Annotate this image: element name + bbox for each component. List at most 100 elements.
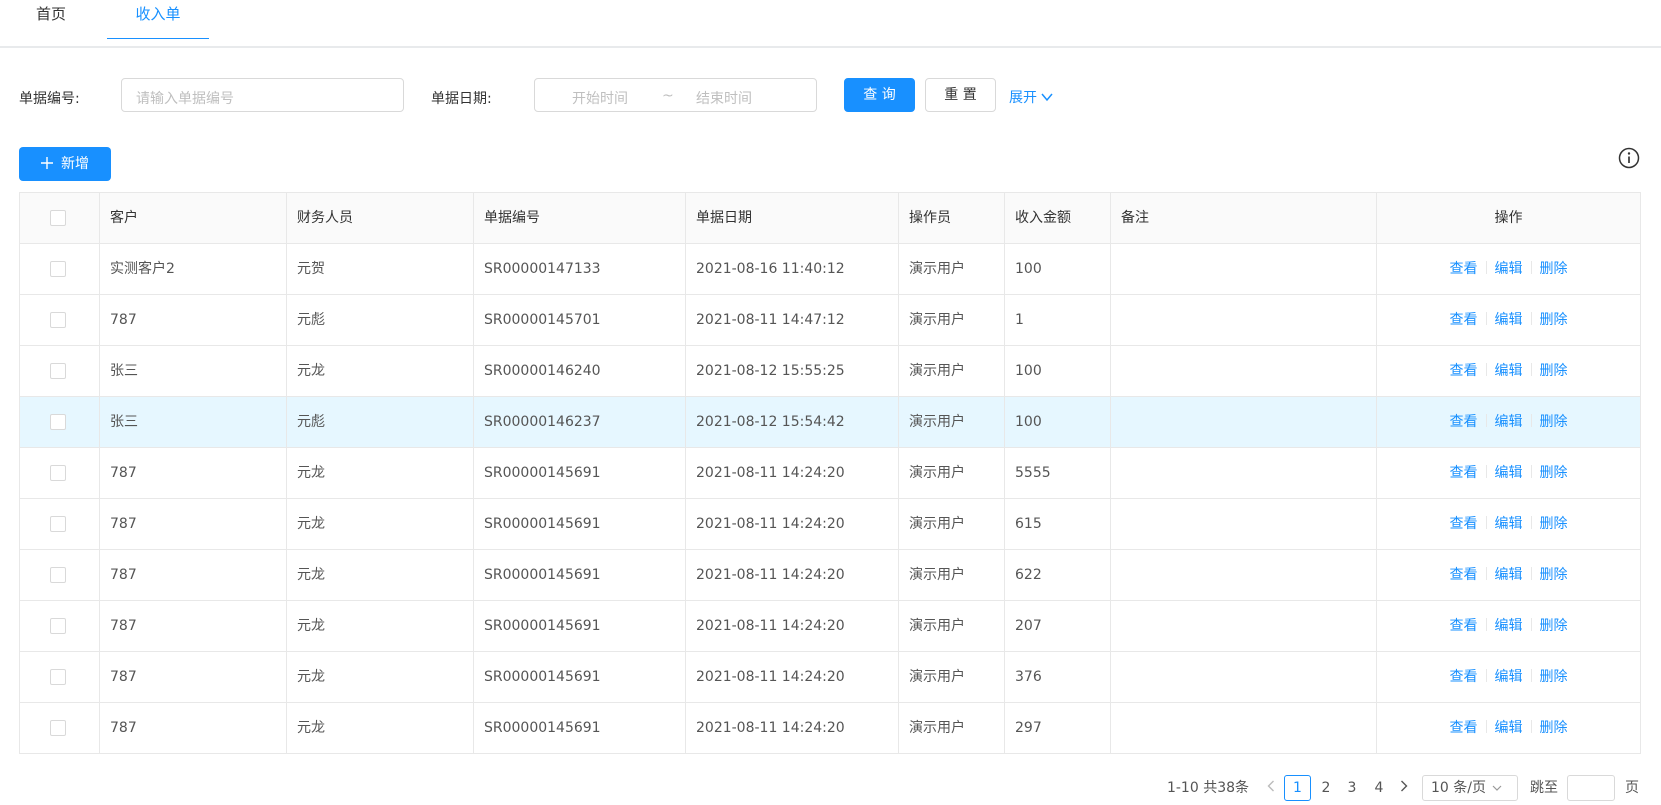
row-checkbox[interactable]	[50, 465, 66, 481]
doc-no-input[interactable]: 请输入单据编号	[121, 78, 404, 112]
next-page-button[interactable]	[1395, 775, 1413, 801]
add-button[interactable]: 新增	[19, 147, 111, 181]
cell-doc-no: SR00000145691	[473, 703, 685, 753]
cell-actions: 查看 编辑 删除	[1376, 652, 1640, 702]
view-link[interactable]: 查看	[1450, 720, 1478, 736]
row-checkbox[interactable]	[50, 618, 66, 634]
reset-button[interactable]: 重 置	[925, 78, 996, 112]
row-checkbox[interactable]	[50, 516, 66, 532]
delete-link[interactable]: 删除	[1540, 261, 1568, 277]
cell-remark	[1110, 448, 1376, 498]
cell-finance: 元贺	[286, 244, 473, 294]
action-divider	[1530, 312, 1532, 325]
row-checkbox[interactable]	[50, 669, 66, 685]
date-range-picker[interactable]: 开始时间 ~ 结束时间	[534, 78, 817, 112]
select-cell	[20, 499, 99, 549]
page-3[interactable]: 3	[1340, 775, 1364, 801]
info-circle-icon[interactable]	[1618, 147, 1640, 169]
view-link[interactable]: 查看	[1450, 312, 1478, 328]
view-link[interactable]: 查看	[1450, 567, 1478, 583]
cell-date: 2021-08-11 14:24:20	[685, 601, 898, 651]
edit-link[interactable]: 编辑	[1495, 720, 1523, 736]
edit-link[interactable]: 编辑	[1495, 414, 1523, 430]
action-divider	[1530, 261, 1532, 274]
jump-input[interactable]	[1567, 775, 1615, 801]
edit-link[interactable]: 编辑	[1495, 465, 1523, 481]
select-all-checkbox[interactable]	[50, 210, 66, 226]
view-link[interactable]: 查看	[1450, 618, 1478, 634]
tab-home[interactable]: 首页	[18, 0, 84, 38]
cell-amount: 622	[1004, 550, 1110, 600]
edit-link[interactable]: 编辑	[1495, 618, 1523, 634]
delete-link[interactable]: 删除	[1540, 363, 1568, 379]
page-size-select[interactable]: 10 条/页	[1422, 775, 1518, 801]
select-cell	[20, 397, 99, 447]
page-1[interactable]: 1	[1284, 775, 1311, 801]
row-checkbox[interactable]	[50, 261, 66, 277]
view-link[interactable]: 查看	[1450, 516, 1478, 532]
prev-page-button[interactable]	[1262, 775, 1280, 801]
delete-link[interactable]: 删除	[1540, 465, 1568, 481]
edit-link[interactable]: 编辑	[1495, 567, 1523, 583]
edit-link[interactable]: 编辑	[1495, 516, 1523, 532]
cell-finance: 元龙	[286, 499, 473, 549]
cell-amount: 376	[1004, 652, 1110, 702]
action-divider	[1485, 516, 1487, 529]
page-4[interactable]: 4	[1367, 775, 1391, 801]
cell-remark	[1110, 346, 1376, 396]
row-checkbox[interactable]	[50, 363, 66, 379]
view-link[interactable]: 查看	[1450, 363, 1478, 379]
row-checkbox[interactable]	[50, 720, 66, 736]
table-row: 张三 元彪 SR00000146237 2021-08-12 15:54:42 演示用户…	[20, 397, 1640, 448]
view-link[interactable]: 查看	[1450, 261, 1478, 277]
delete-link[interactable]: 删除	[1540, 669, 1568, 685]
delete-link[interactable]: 删除	[1540, 618, 1568, 634]
row-checkbox[interactable]	[50, 414, 66, 430]
cell-operator: 演示用户	[898, 244, 1004, 294]
query-button[interactable]: 查 询	[844, 78, 915, 112]
delete-link[interactable]: 删除	[1540, 516, 1568, 532]
cell-doc-no: SR00000145691	[473, 652, 685, 702]
cell-remark	[1110, 703, 1376, 753]
cell-finance: 元龙	[286, 703, 473, 753]
edit-link[interactable]: 编辑	[1495, 261, 1523, 277]
select-cell	[20, 550, 99, 600]
view-link[interactable]: 查看	[1450, 669, 1478, 685]
select-cell	[20, 346, 99, 396]
view-link[interactable]: 查看	[1450, 465, 1478, 481]
tab-income[interactable]: 收入单	[107, 0, 209, 39]
delete-link[interactable]: 删除	[1540, 567, 1568, 583]
view-link[interactable]: 查看	[1450, 414, 1478, 430]
select-cell	[20, 652, 99, 702]
start-date-input[interactable]: 开始时间	[572, 88, 628, 108]
expand-toggle[interactable]: 展开	[1009, 87, 1054, 107]
plus-icon	[41, 157, 53, 169]
row-checkbox[interactable]	[50, 312, 66, 328]
header-operator: 操作员	[898, 193, 1004, 243]
end-date-input[interactable]: 结束时间	[696, 88, 752, 108]
cell-date: 2021-08-16 11:40:12	[685, 244, 898, 294]
header-doc-no: 单据编号	[473, 193, 685, 243]
edit-link[interactable]: 编辑	[1495, 363, 1523, 379]
table-body: 实测客户2 元贺 SR00000147133 2021-08-16 11:40:12 演…	[20, 244, 1640, 754]
action-divider	[1530, 465, 1532, 478]
edit-link[interactable]: 编辑	[1495, 312, 1523, 328]
delete-link[interactable]: 删除	[1540, 312, 1568, 328]
delete-link[interactable]: 删除	[1540, 720, 1568, 736]
cell-date: 2021-08-11 14:24:20	[685, 652, 898, 702]
action-divider	[1485, 312, 1487, 325]
cell-remark	[1110, 244, 1376, 294]
row-checkbox[interactable]	[50, 567, 66, 583]
cell-remark	[1110, 295, 1376, 345]
chevron-down-icon	[1493, 785, 1502, 791]
header-finance: 财务人员	[286, 193, 473, 243]
cell-amount: 100	[1004, 346, 1110, 396]
delete-link[interactable]: 删除	[1540, 414, 1568, 430]
action-divider	[1485, 618, 1487, 631]
edit-link[interactable]: 编辑	[1495, 669, 1523, 685]
page-2[interactable]: 2	[1314, 775, 1338, 801]
cell-operator: 演示用户	[898, 397, 1004, 447]
table-row: 787 元龙 SR00000145691 2021-08-11 14:24:20 演示用…	[20, 652, 1640, 703]
cell-customer: 787	[99, 448, 286, 498]
cell-finance: 元龙	[286, 346, 473, 396]
